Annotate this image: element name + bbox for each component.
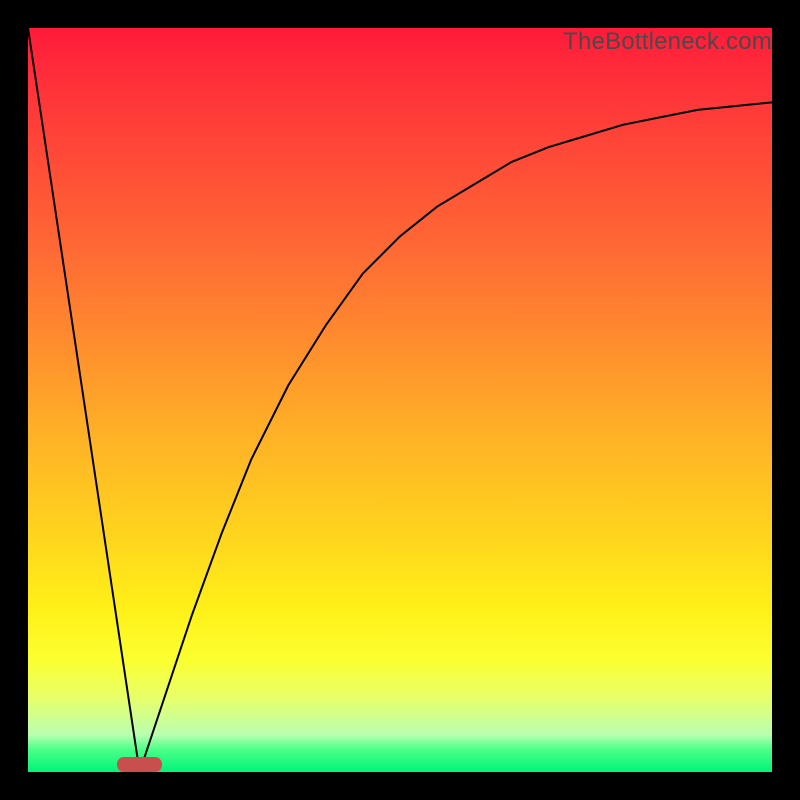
- bottleneck-curve: [28, 28, 772, 772]
- plot-area: [28, 28, 772, 772]
- watermark-text: TheBottleneck.com: [563, 28, 772, 56]
- optimal-marker: [117, 757, 162, 772]
